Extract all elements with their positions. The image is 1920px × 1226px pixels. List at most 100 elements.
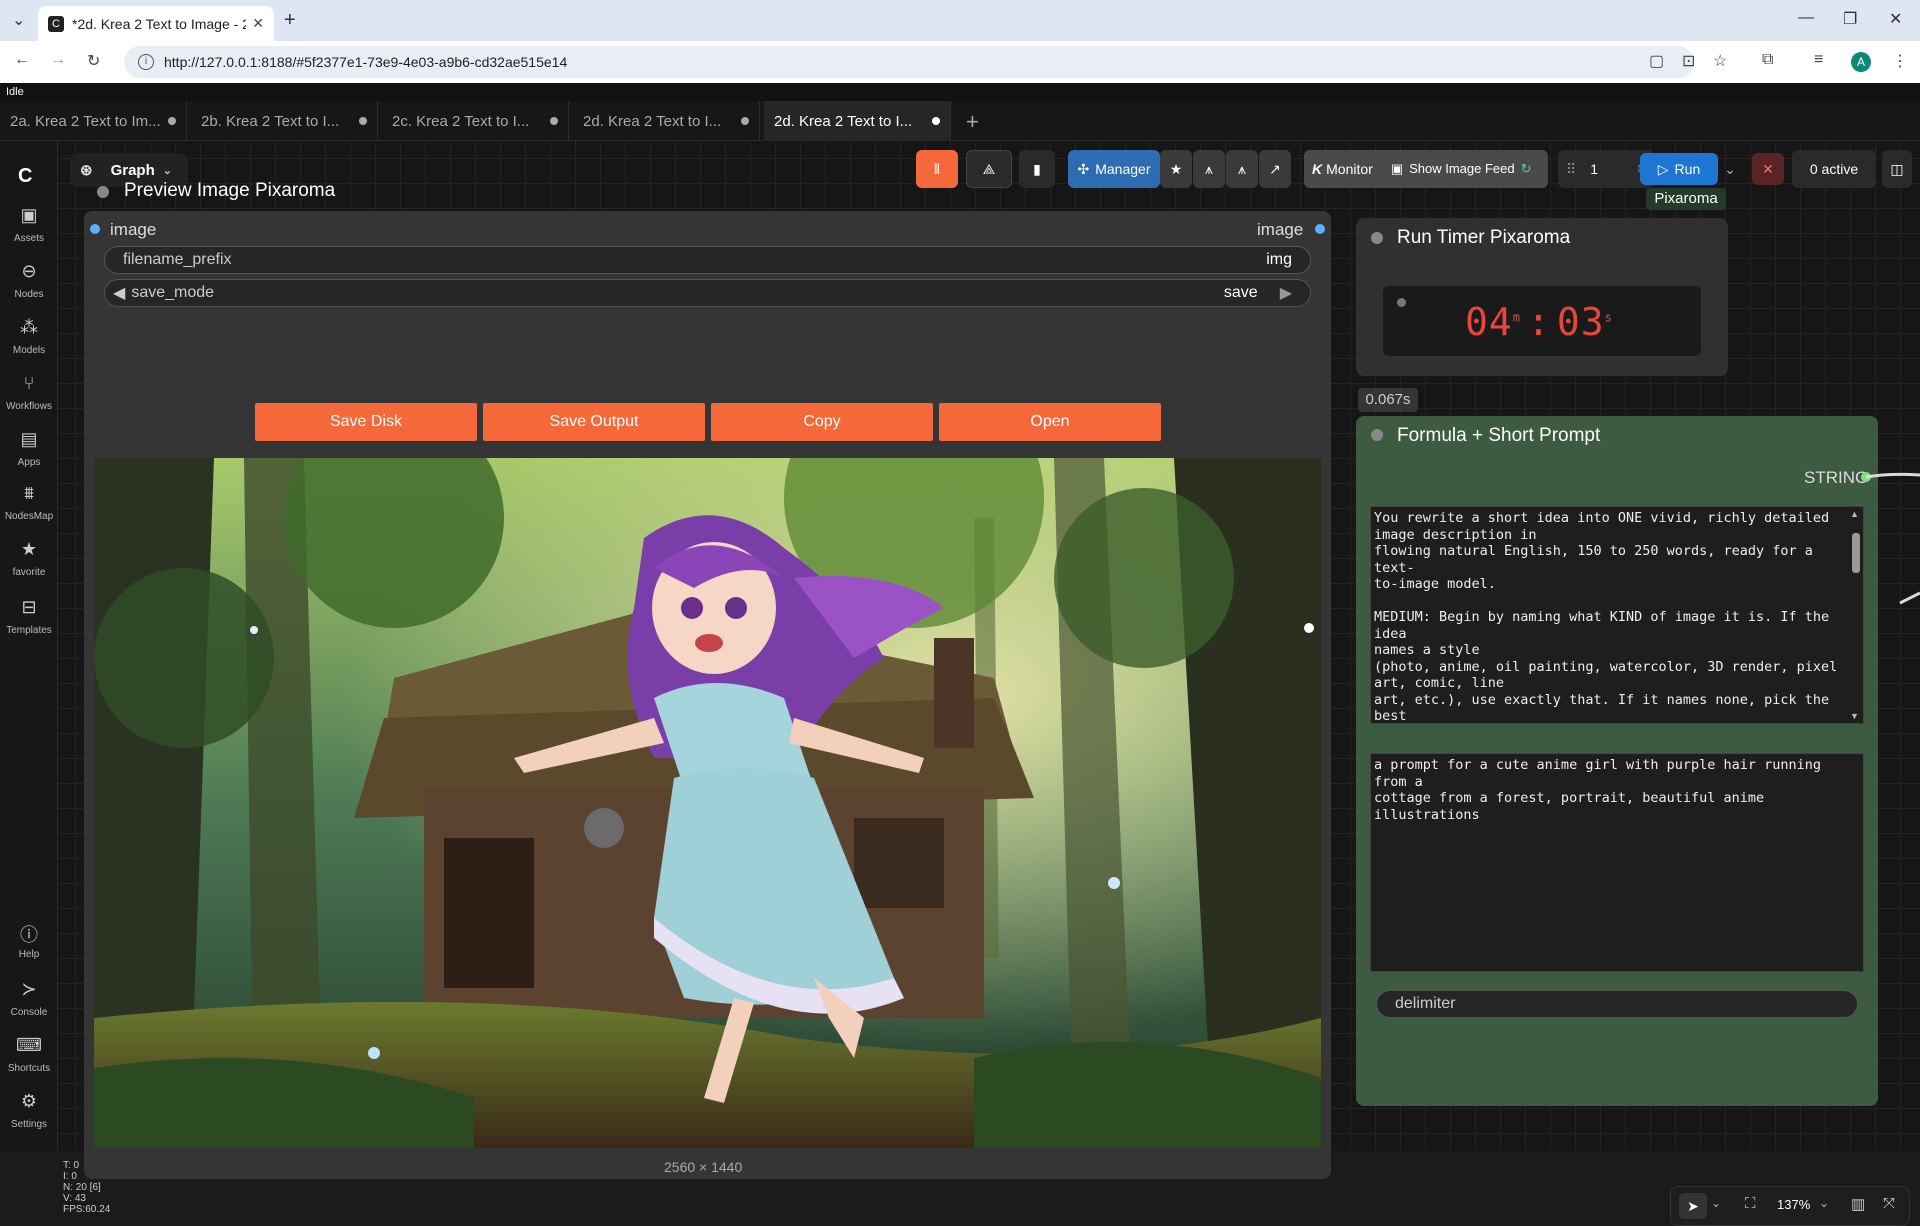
sidebar-item-workflows[interactable]: ⑂ Workflows (0, 373, 58, 412)
input-slot-dot[interactable] (90, 224, 100, 234)
sidebar-item-apps[interactable]: ▤ Apps (0, 429, 58, 468)
workflow-icon-button[interactable]: ⟁ (966, 150, 1012, 188)
sidebar-item-nodesmap[interactable]: ⩩ NodesMap (0, 483, 58, 522)
active-queue-button[interactable]: 0 active (1792, 150, 1876, 188)
cancel-run-button[interactable]: ✕ (1752, 153, 1784, 185)
add-workflow-icon[interactable]: + (966, 109, 979, 135)
profile-avatar[interactable]: A (1851, 52, 1871, 72)
play-icon: ▷ (1657, 160, 1669, 177)
workflow-tab[interactable]: 2d. Krea 2 Text to I... (573, 101, 760, 141)
save-output-button[interactable]: Save Output (483, 403, 705, 441)
toggle-panel-button[interactable]: ◫ (1882, 150, 1912, 188)
chevron-down-icon[interactable]: ⌄ (1711, 1196, 1721, 1210)
sidebar-item-console[interactable]: ≻ Console (0, 979, 58, 1018)
node-collapse-dot[interactable] (1371, 429, 1383, 441)
bookmark-star-icon[interactable]: ☆ (1713, 51, 1727, 71)
pixaroma-badge: Pixaroma (1646, 188, 1726, 210)
site-info-icon[interactable]: i (138, 54, 154, 70)
select-tool-icon[interactable]: ➤ (1679, 1193, 1707, 1219)
reload-icon[interactable]: ↻ (87, 51, 100, 71)
workflow-tab[interactable]: 2c. Krea 2 Text to I... (382, 101, 569, 141)
timer-status-dot (1397, 298, 1406, 307)
workflow-tab[interactable]: 2b. Krea 2 Text to I... (191, 101, 378, 141)
restore-icon[interactable]: ❐ (1843, 9, 1857, 29)
star-icon: ★ (1169, 160, 1183, 177)
output-slot-dot[interactable] (1315, 224, 1325, 234)
media-icon[interactable]: ≡ (1814, 51, 1823, 69)
zoom-level[interactable]: 137% (1777, 1197, 1810, 1212)
preview-image (94, 458, 1321, 1148)
favorites-button[interactable]: ★ (1160, 150, 1192, 188)
sidebar-item-assets[interactable]: ▣ Assets (0, 205, 58, 244)
models-icon: ⁂ (20, 317, 38, 337)
nodes-icon: ⊖ (21, 261, 37, 281)
short-prompt-textarea[interactable]: a prompt for a cute anime girl with purp… (1370, 753, 1864, 972)
back-icon[interactable]: ← (14, 51, 30, 69)
run-button[interactable]: ▷ Run (1640, 153, 1718, 185)
install-app-icon[interactable]: ⊡ (1682, 51, 1695, 71)
sidebar-item-help[interactable]: ⓘ Help (0, 921, 58, 960)
tab-search-icon[interactable]: ⌄ (12, 10, 25, 30)
run-options-dropdown[interactable]: ⌄ (1720, 153, 1740, 185)
minimap-icon[interactable]: ▥ (1851, 1195, 1865, 1213)
sidebar-item-favorite[interactable]: ★ favorite (0, 539, 58, 578)
monitor-button[interactable]: K Monitor (1312, 161, 1373, 177)
comfy-app: Idle 2a. Krea 2 Text to Im... 2b. Krea 2… (0, 83, 1920, 1226)
sidebar-item-nodes[interactable]: ⊖ Nodes (0, 261, 58, 300)
image-feed-toggle[interactable]: ▣ Show Image Feed ↻ (1391, 161, 1532, 177)
unsaved-dot-icon (168, 117, 176, 125)
bookmark-button[interactable]: ▮ (1019, 150, 1055, 188)
workflow-tab[interactable]: 2a. Krea 2 Text to Im... (0, 101, 187, 141)
hide-links-icon[interactable]: ⤧ (1883, 1195, 1895, 1212)
tool-button-a[interactable]: ⩚ (1193, 150, 1225, 188)
assets-icon: ▣ (20, 205, 38, 225)
timer-display: 04m:03s (1383, 286, 1701, 356)
queue-count-input[interactable]: 1 (1590, 161, 1598, 177)
save-mode-widget[interactable]: ◀ save_mode save ▶ (104, 279, 1311, 307)
close-icon: ✕ (1762, 160, 1774, 177)
save-disk-button[interactable]: Save Disk (255, 403, 477, 441)
sidebar-item-models[interactable]: ⁂ Models (0, 317, 58, 356)
forward-icon[interactable]: → (50, 51, 66, 69)
system-prompt-textarea[interactable]: You rewrite a short idea into ONE vivid,… (1370, 506, 1864, 724)
panel-icon: ◫ (1890, 160, 1904, 177)
fit-view-icon[interactable]: ⛶ (1745, 1195, 1756, 1212)
browser-menu-icon[interactable]: ⋮ (1892, 51, 1908, 71)
close-window-icon[interactable]: ✕ (1889, 9, 1902, 29)
chevron-down-icon: ⌄ (162, 164, 172, 177)
canvas-controls: ➤ ⌄ ⛶ 137% ⌄ ▥ ⤧ (1670, 1186, 1910, 1226)
triangle-logo-icon: ⟁ (982, 160, 996, 177)
copy-button[interactable]: Copy (711, 403, 933, 441)
sidebar-item-settings[interactable]: ⚙ Settings (0, 1091, 58, 1130)
input-label: image (110, 220, 157, 239)
page-icon[interactable]: ▢ (1649, 51, 1664, 71)
chevron-down-icon[interactable]: ⌄ (1819, 1196, 1829, 1210)
minimize-icon[interactable]: — (1798, 9, 1814, 27)
node-collapse-dot[interactable] (97, 186, 109, 198)
new-tab-icon[interactable]: + (284, 9, 296, 32)
extensions-icon[interactable]: ⧉ (1762, 51, 1773, 69)
comfy-favicon-icon: C (48, 15, 64, 32)
node-collapse-dot[interactable] (1371, 232, 1383, 244)
tool-button-b[interactable]: ⩚ (1226, 150, 1258, 188)
star-icon: ★ (20, 539, 38, 559)
comfy-logo-icon[interactable]: C (18, 165, 32, 188)
close-tab-icon[interactable]: ✕ (252, 15, 264, 32)
sidebar: C ▣ Assets ⊖ Nodes ⁂ Models ⑂ Workflows ▤ App… (0, 141, 58, 1151)
keyboard-icon: ⌨ (16, 1035, 42, 1055)
unsaved-dot-icon (359, 117, 367, 125)
sidebar-item-templates[interactable]: ⊟ Templates (0, 597, 58, 636)
unsaved-dot-icon (932, 117, 940, 125)
execution-time-badge: 0.067s (1358, 388, 1418, 412)
url-bar[interactable]: i http://127.0.0.1:8188/#5f2377e1-73e9-4… (124, 46, 1694, 78)
open-button[interactable]: Open (939, 403, 1161, 441)
pixaroma-button[interactable]: ⫴ (916, 150, 958, 188)
filename-prefix-widget[interactable]: filename_prefix img (104, 246, 1311, 274)
console-icon: ≻ (21, 979, 37, 999)
workflow-tab-active[interactable]: 2d. Krea 2 Text to I... (764, 101, 951, 141)
manager-button[interactable]: ✣ Manager (1068, 150, 1160, 188)
browser-tab[interactable]: C *2d. Krea 2 Text to Image - 2K ✕ (38, 6, 274, 41)
sidebar-item-shortcuts[interactable]: ⌨ Shortcuts (0, 1035, 58, 1074)
share-button[interactable]: ↗ (1259, 150, 1291, 188)
delimiter-input[interactable]: delimiter (1376, 990, 1858, 1018)
